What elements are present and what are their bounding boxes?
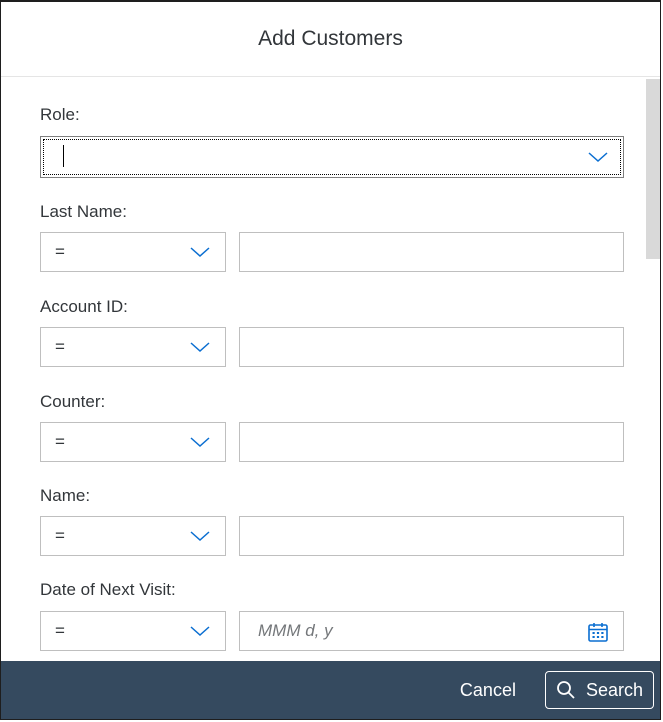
- counter-operator-select[interactable]: =: [40, 422, 226, 462]
- name-label: Name:: [40, 486, 91, 505]
- counter-input[interactable]: [239, 422, 624, 462]
- chevron-down-icon[interactable]: [189, 624, 211, 638]
- chevron-down-icon[interactable]: [189, 435, 211, 449]
- operator-value: =: [55, 526, 65, 545]
- account-id-input[interactable]: [239, 327, 624, 367]
- focus-outline: [43, 139, 621, 175]
- chevron-down-icon[interactable]: [189, 245, 211, 259]
- cancel-button[interactable]: Cancel: [456, 674, 520, 707]
- dialog-title: Add Customers: [258, 27, 403, 50]
- date-of-next-visit-operator-select[interactable]: =: [40, 611, 226, 651]
- date-placeholder: MMM d, y: [258, 621, 333, 640]
- account-id-operator-select[interactable]: =: [40, 327, 226, 367]
- name-operator-select[interactable]: =: [40, 516, 226, 556]
- last-name-operator-select[interactable]: =: [40, 232, 226, 272]
- operator-value: =: [55, 337, 65, 356]
- last-name-label: Last Name:: [40, 202, 127, 221]
- role-select[interactable]: [40, 136, 624, 178]
- scrollbar[interactable]: [646, 77, 660, 661]
- add-customers-dialog: Add Customers Role: Last Name: = Account…: [0, 0, 661, 720]
- search-button-label: Search: [585, 679, 643, 700]
- dialog-header: Add Customers: [1, 2, 660, 77]
- search-icon: [557, 681, 575, 699]
- dialog-content: Role: Last Name: = Account ID: = Counter…: [1, 77, 660, 661]
- operator-value: =: [55, 621, 65, 640]
- dialog-footer: Cancel Search: [1, 661, 660, 719]
- date-of-next-visit-label: Date of Next Visit:: [40, 580, 176, 599]
- scrollbar-thumb[interactable]: [646, 79, 660, 259]
- text-caret: [63, 145, 64, 167]
- last-name-input[interactable]: [239, 232, 624, 272]
- chevron-down-icon[interactable]: [189, 340, 211, 354]
- operator-value: =: [55, 432, 65, 451]
- chevron-down-icon[interactable]: [189, 529, 211, 543]
- name-input[interactable]: [239, 516, 624, 556]
- date-of-next-visit-input[interactable]: MMM d, y: [239, 611, 624, 651]
- calendar-icon[interactable]: [587, 621, 609, 643]
- search-button[interactable]: Search: [544, 671, 654, 709]
- account-id-label: Account ID:: [40, 297, 128, 316]
- operator-value: =: [55, 242, 65, 261]
- counter-label: Counter:: [40, 392, 106, 411]
- chevron-down-icon[interactable]: [587, 150, 609, 164]
- role-label: Role:: [40, 105, 80, 124]
